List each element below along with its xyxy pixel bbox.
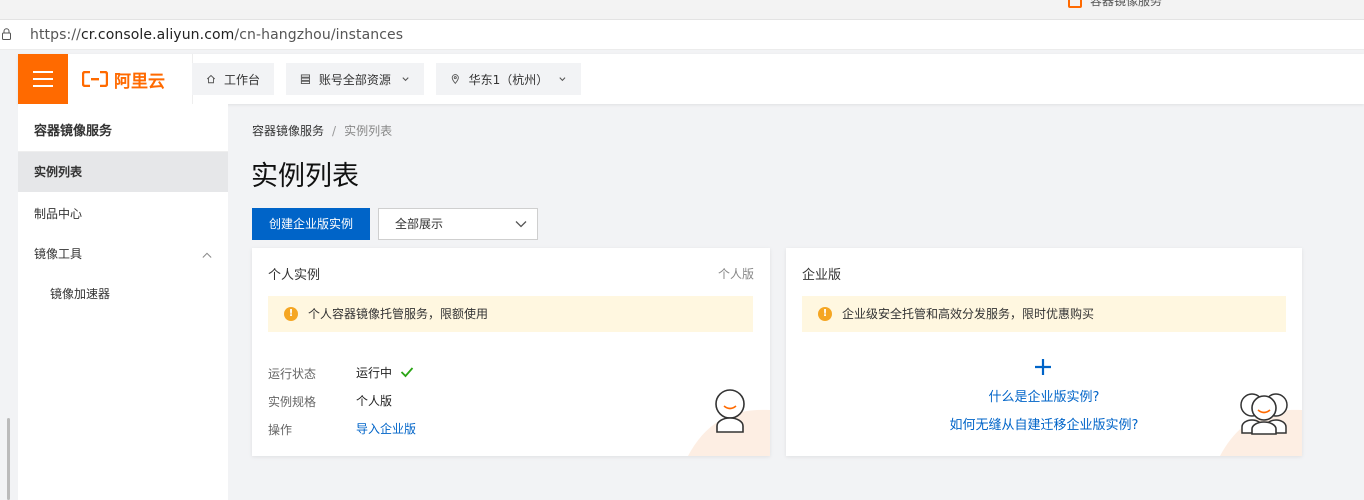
sidebar-item-image-tools[interactable]: 镜像工具 xyxy=(18,234,228,274)
person-avatar-icon xyxy=(715,389,745,433)
menu-line xyxy=(33,71,53,73)
region-dropdown[interactable]: 华东1（杭州） xyxy=(436,63,581,95)
filter-value: 全部展示 xyxy=(395,217,444,231)
chevron-down-icon xyxy=(515,221,527,228)
resource-group-label: 账号全部资源 xyxy=(318,72,391,87)
hamburger-menu-button[interactable] xyxy=(18,54,68,104)
edition-tag: 个人版 xyxy=(717,267,754,281)
sidebar-title: 容器镜像服务 xyxy=(34,124,113,139)
status-text: 运行中 xyxy=(356,366,393,380)
url-text[interactable]: https://cr.console.aliyun.com/cn-hangzho… xyxy=(30,27,403,43)
menu-line xyxy=(33,78,53,80)
aliyun-logo-icon xyxy=(82,71,108,87)
page-title: 实例列表 xyxy=(251,161,359,192)
tab-title-text: 容器镜像服务 xyxy=(1090,0,1163,8)
warning-icon: ! xyxy=(818,307,832,321)
url-path: /cn-hangzhou/instances xyxy=(234,27,404,43)
browser-tab-strip: 容器镜像服务 xyxy=(0,0,1364,20)
create-enterprise-instance-button[interactable]: 创建企业版实例 xyxy=(252,208,370,240)
address-bar[interactable]: https://cr.console.aliyun.com/cn-hangzho… xyxy=(0,20,1364,50)
sidebar-item-artifact-center[interactable]: 制品中心 xyxy=(18,194,228,234)
logo-text: 阿里云 xyxy=(114,71,165,92)
chevron-down-icon xyxy=(402,77,409,82)
check-icon xyxy=(400,367,414,378)
sidebar-item-image-accelerator[interactable]: 镜像加速器 xyxy=(18,274,228,314)
home-icon xyxy=(206,74,216,84)
team-avatar-icon xyxy=(1240,393,1288,435)
alert-text: 企业级安全托管和高效分发服务，限时优惠购买 xyxy=(842,307,1095,321)
import-enterprise-link[interactable]: 导入企业版 xyxy=(356,420,416,437)
breadcrumb: 容器镜像服务 / 实例列表 xyxy=(252,122,392,139)
workbench-label: 工作台 xyxy=(223,72,260,87)
breadcrumb-current: 实例列表 xyxy=(344,124,393,138)
breadcrumb-link[interactable]: 容器镜像服务 xyxy=(252,124,324,138)
location-pin-icon xyxy=(451,74,459,85)
resource-group-dropdown[interactable]: 账号全部资源 xyxy=(286,63,424,95)
chevron-up-icon[interactable] xyxy=(202,250,212,260)
menu-line xyxy=(33,85,53,87)
region-label: 华东1（杭州） xyxy=(468,72,549,87)
card-title: 个人实例 xyxy=(268,268,321,283)
sidebar: 容器镜像服务 实例列表 制品中心 镜像工具 镜像加速器 xyxy=(18,104,228,500)
sidebar-item-instances[interactable]: 实例列表 xyxy=(18,152,228,192)
url-scheme: https:// xyxy=(30,27,81,43)
enterprise-instance-card: 企业版 ! 企业级安全托管和高效分发服务，限时优惠购买 什么是企业版实例? 如何… xyxy=(786,248,1302,456)
spec-label: 实例规格 xyxy=(268,395,317,409)
top-navigation: 阿里云 工作台 账号全部资源 华东1（杭州） xyxy=(18,54,1364,104)
plus-icon[interactable] xyxy=(1034,358,1052,376)
aliyun-logo[interactable]: 阿里云 xyxy=(82,68,165,92)
info-alert: ! 个人容器镜像托管服务，限额使用 xyxy=(268,296,753,332)
scrollbar-thumb[interactable] xyxy=(7,418,10,500)
info-alert: ! 企业级安全托管和高效分发服务，限时优惠购买 xyxy=(802,296,1286,332)
warning-icon: ! xyxy=(284,307,298,321)
lock-icon xyxy=(2,28,11,40)
alert-text: 个人容器镜像托管服务，限额使用 xyxy=(308,307,489,321)
action-label: 操作 xyxy=(268,423,293,437)
sidebar-item-label: 镜像工具 xyxy=(34,247,83,261)
card-title: 企业版 xyxy=(802,268,842,283)
url-host: cr.console.aliyun.com xyxy=(80,27,235,43)
status-value: 运行中 xyxy=(356,364,414,381)
status-label: 运行状态 xyxy=(268,367,317,381)
spec-value: 个人版 xyxy=(356,394,393,408)
instance-filter-select[interactable]: 全部展示 xyxy=(378,208,538,240)
workbench-button[interactable]: 工作台 xyxy=(192,63,274,95)
resource-list-icon xyxy=(300,74,310,84)
personal-instance-card: 个人实例 个人版 ! 个人容器镜像托管服务，限额使用 运行状态 运行中 实例规格… xyxy=(252,248,770,456)
breadcrumb-separator: / xyxy=(332,124,337,138)
tab-favicon-icon xyxy=(1068,0,1082,8)
what-is-enterprise-link[interactable]: 什么是企业版实例? xyxy=(786,386,1302,405)
browser-tab[interactable]: 容器镜像服务 xyxy=(1068,0,1162,9)
chevron-down-icon xyxy=(559,77,566,82)
